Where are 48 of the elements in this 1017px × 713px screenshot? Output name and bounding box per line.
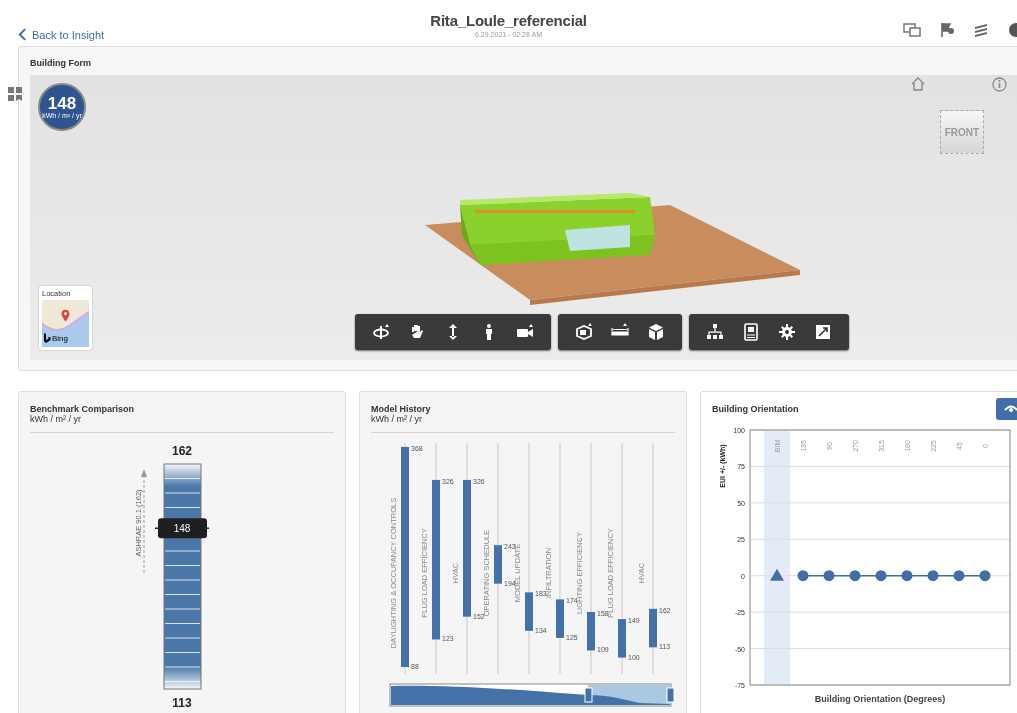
step-bar <box>649 608 657 648</box>
info-icon[interactable] <box>992 77 1007 92</box>
flag-icon[interactable] <box>939 22 955 38</box>
data-point <box>797 570 809 582</box>
layers-icon[interactable] <box>973 22 989 38</box>
benchmark-min: 113 <box>172 696 192 710</box>
range-navigator[interactable] <box>389 683 675 707</box>
step-bar <box>618 619 626 658</box>
benchmark-value: 148 <box>173 523 191 535</box>
home-icon[interactable] <box>910 77 926 91</box>
step-bar <box>587 612 595 651</box>
data-point <box>927 570 939 582</box>
map-brand: Bing <box>52 333 68 343</box>
x-axis-title: Building Orientation (Degrees) <box>814 694 946 704</box>
hierarchy-icon <box>706 323 724 341</box>
windows-icon[interactable] <box>903 23 921 37</box>
back-link[interactable]: Back to Insight <box>18 28 105 41</box>
expand-icon <box>814 323 832 341</box>
step-bar <box>494 545 502 584</box>
benchmark-max: 162 <box>172 444 192 458</box>
view-toggle-button[interactable] <box>996 398 1017 420</box>
baseline-point <box>770 568 784 581</box>
panel-title: Building Form <box>29 57 92 70</box>
chevron-left-icon <box>18 28 27 41</box>
data-point <box>823 570 835 582</box>
cube-icon <box>647 323 665 341</box>
eye-icon <box>1004 403 1017 415</box>
bing-logo-icon <box>44 333 51 343</box>
card-title: Model History <box>371 404 432 414</box>
panels-toggle-icon[interactable] <box>8 87 22 101</box>
card-title: Building Orientation <box>712 404 799 414</box>
step-bar <box>525 592 533 631</box>
step-bar <box>556 599 564 638</box>
card-title: Benchmark Comparison <box>30 404 136 414</box>
orbit-icon <box>372 323 390 341</box>
data-point <box>979 570 991 582</box>
settings-icon <box>778 323 796 341</box>
data-point <box>953 570 965 582</box>
data-point <box>901 570 913 582</box>
eui-value: 148 <box>47 95 77 112</box>
card-unit: kWh / m² / yr <box>371 414 423 424</box>
data-point <box>849 570 861 582</box>
panel-icon <box>742 323 760 341</box>
benchmark-marker <box>154 518 210 539</box>
box-icon <box>575 323 593 341</box>
card-unit: kWh / m² / yr <box>30 414 82 424</box>
data-point <box>875 570 887 582</box>
page-title: Rita_Loule_referencial <box>430 12 587 29</box>
